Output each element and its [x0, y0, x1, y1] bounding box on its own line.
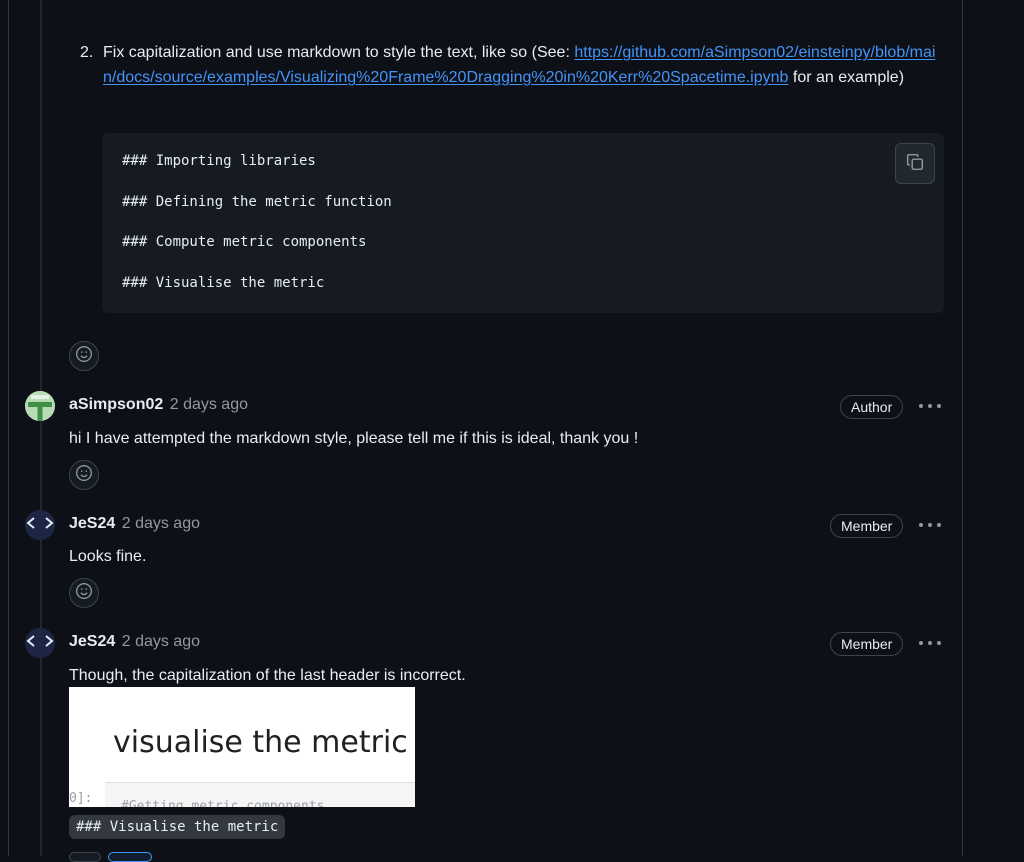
comment-author[interactable]: aSimpson02: [69, 396, 163, 413]
comment-header: JeS24 2 days ago: [69, 631, 200, 653]
kebab-icon[interactable]: [919, 636, 941, 650]
comment-body: Though, the capitalization of the last h…: [69, 667, 466, 684]
suggestion-text: Fix capitalization and use markdown to s…: [103, 44, 575, 61]
code-line: ### Compute metric components: [122, 234, 367, 250]
copy-icon: [906, 153, 924, 175]
suggestion-list-item: 2. Fix capitalization and use markdown t…: [80, 40, 944, 90]
screenshot-heading: visualise the metric: [113, 725, 408, 760]
kebab-icon[interactable]: [919, 399, 941, 413]
member-badge: Member: [830, 632, 904, 656]
inline-code: ### Visualise the metric: [69, 815, 286, 839]
list-number: 2.: [80, 44, 94, 61]
left-border: [8, 0, 9, 856]
avatar[interactable]: [25, 510, 55, 540]
copy-button[interactable]: [895, 143, 935, 184]
code-brackets-icon: [25, 633, 55, 654]
add-reaction-button[interactable]: [69, 341, 99, 371]
comment-body: Looks fine.: [69, 548, 147, 565]
reaction-peek[interactable]: [69, 852, 101, 862]
author-badge: Author: [840, 395, 904, 419]
comment-body: hi I have attempted the markdown style, …: [69, 430, 639, 447]
comment-author[interactable]: JeS24: [69, 633, 115, 650]
screenshot-cell-code: #Getting metric components: [121, 799, 325, 807]
code-brackets-icon: [25, 515, 55, 536]
code-block: ### Importing libraries ### Defining the…: [102, 133, 944, 313]
kebab-icon[interactable]: [919, 518, 941, 532]
comment-header: aSimpson02 2 days ago: [69, 394, 248, 416]
smiley-icon: [75, 464, 93, 487]
add-reaction-button[interactable]: [69, 578, 99, 608]
add-reaction-button[interactable]: [69, 460, 99, 490]
comment-header: JeS24 2 days ago: [69, 513, 200, 535]
avatar[interactable]: [25, 391, 55, 421]
suggestion-text-end: for an example): [788, 69, 905, 86]
comment-author[interactable]: JeS24: [69, 515, 115, 532]
comment-time[interactable]: 2 days ago: [122, 515, 200, 532]
comment-time[interactable]: 2 days ago: [170, 396, 248, 413]
code-line: ### Importing libraries: [122, 153, 316, 169]
right-border: [962, 0, 963, 856]
comment-time[interactable]: 2 days ago: [122, 633, 200, 650]
code-line: ### Visualise the metric: [122, 275, 325, 291]
timeline-line: [40, 0, 42, 856]
reaction-count-peek[interactable]: [108, 852, 152, 862]
code-line: ### Defining the metric function: [122, 194, 392, 210]
member-badge: Member: [830, 514, 904, 538]
smiley-icon: [75, 345, 93, 368]
avatar[interactable]: [25, 628, 55, 658]
embedded-screenshot[interactable]: visualise the metric 0]: #Getting metric…: [69, 687, 415, 807]
screenshot-cell-prompt: 0]:: [69, 791, 93, 806]
smiley-icon: [75, 582, 93, 605]
